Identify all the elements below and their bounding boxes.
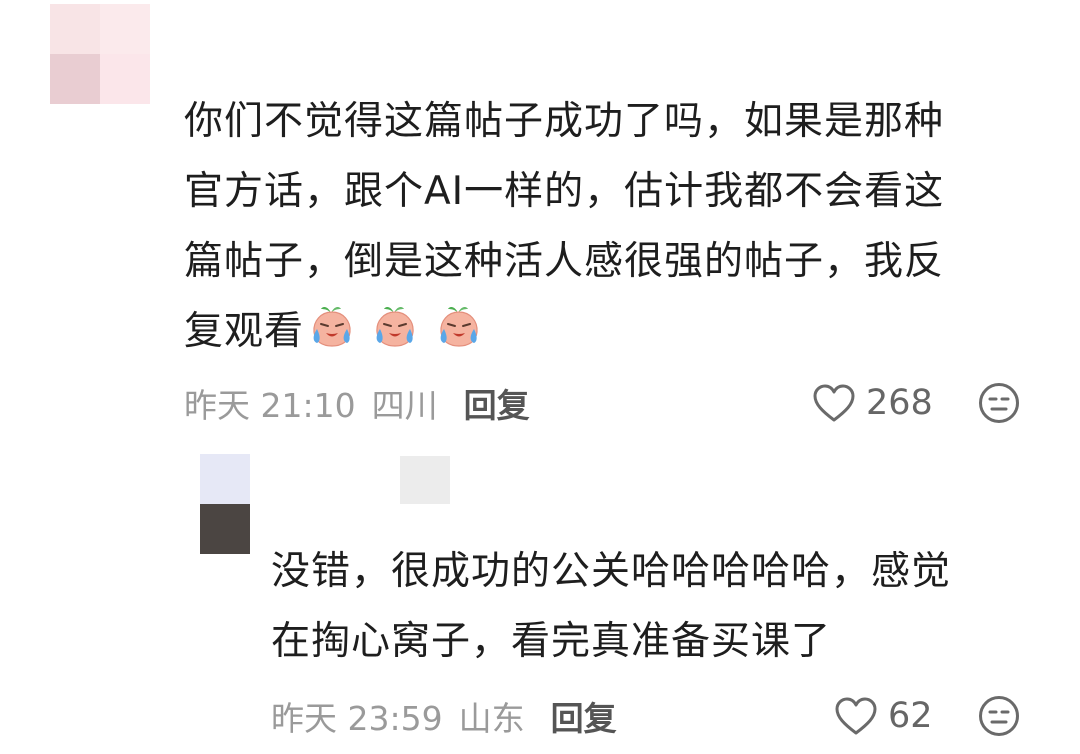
comment-location: 四川 <box>371 386 438 425</box>
replier-name-blurred[interactable] <box>400 456 450 504</box>
heart-outline-icon <box>813 384 855 422</box>
like-button[interactable]: 268 <box>812 380 933 426</box>
comment-time: 昨天 21:10 <box>184 386 356 425</box>
crying-peach-emoji-icon <box>313 307 351 347</box>
like-button[interactable]: 62 <box>834 693 933 739</box>
reply-button[interactable]: 回复 <box>464 379 530 427</box>
heart-outline-icon <box>835 697 877 735</box>
crying-peach-emoji-icon <box>376 307 415 347</box>
reply-location: 山东 <box>458 699 525 738</box>
emoji-group <box>308 302 485 373</box>
reply-body: 没错，很成功的公关哈哈哈哈哈，感觉 在掏心窝子，看完真准备买课了 <box>271 537 951 677</box>
comment-body: 你们不觉得这篇帖子成功了吗，如果是那种 官方话，跟个AI一样的，估计我都不会看这… <box>184 87 944 373</box>
like-count: 268 <box>866 383 933 423</box>
reply-button[interactable]: 回复 <box>551 692 617 740</box>
comment-line: 你们不觉得这篇帖子成功了吗，如果是那种 <box>184 99 945 144</box>
comment-line-last: 复观看 <box>184 297 944 373</box>
like-count: 62 <box>888 696 933 736</box>
comment-line: 篇帖子，倒是这种活人感很强的帖子，我反 <box>184 239 945 284</box>
commenter-avatar[interactable] <box>50 4 150 104</box>
comment-line: 官方话，跟个AI一样的，估计我都不会看这 <box>184 169 945 214</box>
reply-line: 在掏心窝子，看完真准备买课了 <box>271 619 832 664</box>
reply-time: 昨天 23:59 <box>271 699 443 738</box>
comment-meta: 昨天 21:10 四川 回复 <box>184 380 530 426</box>
reply-meta: 昨天 23:59 山东 回复 <box>271 693 617 739</box>
reply-line: 没错，很成功的公关哈哈哈哈哈，感觉 <box>271 549 952 594</box>
dislike-face-icon[interactable] <box>978 695 1020 737</box>
replier-avatar[interactable] <box>200 454 250 554</box>
dislike-face-icon[interactable] <box>978 382 1020 424</box>
crying-peach-emoji-icon <box>440 307 478 347</box>
